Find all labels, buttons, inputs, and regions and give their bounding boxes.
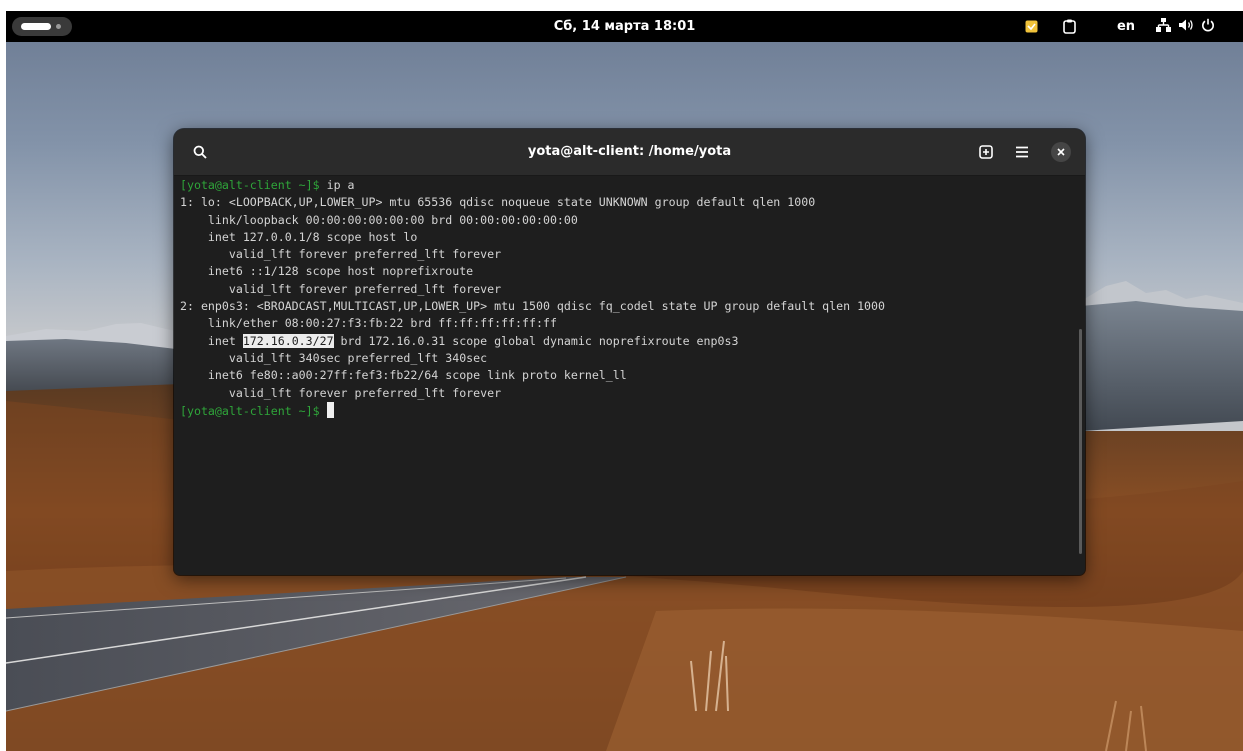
volume-icon (1178, 18, 1194, 36)
terminal-line: inet 172.16.0.3/27 brd 172.16.0.31 scope… (180, 333, 1075, 350)
terminal-scrollbar[interactable] (1079, 329, 1082, 554)
new-tab-icon (979, 145, 993, 159)
terminal-window[interactable]: yota@alt-client: /home/yota [yota@alt-cl… (174, 129, 1085, 575)
terminal-line: valid_lft forever preferred_lft forever (180, 281, 1075, 298)
terminal-text: inet 127.0.0.1/8 scope host lo (180, 229, 418, 244)
selected-text[interactable]: 172.16.0.3/27 (242, 333, 334, 348)
network-wired-icon (1156, 17, 1171, 36)
terminal-line: link/loopback 00:00:00:00:00:00 brd 00:0… (180, 212, 1075, 229)
shell-prompt: [yota@alt-client ~]$ (180, 403, 327, 418)
terminal-line: inet6 fe80::a00:27ff:fef3:fb22/64 scope … (180, 367, 1075, 384)
new-tab-button[interactable] (974, 140, 998, 164)
terminal-text: valid_lft forever preferred_lft forever (180, 385, 502, 400)
terminal-line: 2: enp0s3: <BROADCAST,MULTICAST,UP,LOWER… (180, 298, 1075, 315)
terminal-line: 1: lo: <LOOPBACK,UP,LOWER_UP> mtu 65536 … (180, 194, 1075, 211)
terminal-text: 2: enp0s3: <BROADCAST,MULTICAST,UP,LOWER… (180, 299, 885, 314)
terminal-text: inet6 ::1/128 scope host noprefixroute (180, 264, 474, 279)
terminal-text: 1: lo: <LOOPBACK,UP,LOWER_UP> mtu 65536 … (180, 195, 816, 210)
window-title: yota@alt-client: /home/yota (527, 144, 732, 159)
terminal-text: valid_lft 340sec preferred_lft 340sec (180, 350, 488, 365)
power-icon (1201, 18, 1215, 36)
terminal-text: valid_lft forever preferred_lft forever (180, 281, 502, 296)
keyboard-layout-indicator[interactable]: en (1111, 11, 1141, 42)
close-icon (1057, 148, 1065, 156)
shell-prompt: [yota@alt-client ~]$ (180, 178, 327, 192)
terminal-output[interactable]: [yota@alt-client ~]$ ip a 1: lo: <LOOPBAC… (180, 177, 1075, 575)
close-button[interactable] (1051, 142, 1071, 162)
text-cursor (326, 401, 334, 418)
clock[interactable]: Сб, 14 марта 18:01 (6, 11, 1243, 42)
terminal-line: valid_lft forever preferred_lft forever (180, 246, 1075, 263)
terminal-text: link/ether 08:00:27:f3:fb:22 brd ff:ff:f… (180, 316, 557, 331)
terminal-text: ip a (326, 178, 355, 192)
terminal-text: inet (180, 333, 243, 348)
terminal-line: [yota@alt-client ~]$ (180, 401, 1075, 419)
terminal-headerbar[interactable]: yota@alt-client: /home/yota (174, 129, 1085, 176)
terminal-line: valid_lft forever preferred_lft forever (180, 385, 1075, 402)
terminal-line: [yota@alt-client ~]$ ip a (180, 177, 1075, 194)
terminal-line: inet6 ::1/128 scope host noprefixroute (180, 263, 1075, 280)
main-menu-button[interactable] (1010, 140, 1034, 164)
system-status-menu[interactable] (1156, 11, 1238, 42)
app-indicator-icon[interactable] (1022, 11, 1040, 42)
terminal-text: brd 172.16.0.31 scope global dynamic nop… (333, 333, 739, 348)
top-bar: Сб, 14 марта 18:01 en (6, 11, 1243, 42)
terminal-line: valid_lft 340sec preferred_lft 340sec (180, 350, 1075, 367)
terminal-line: inet 127.0.0.1/8 scope host lo (180, 229, 1075, 246)
clipboard-icon[interactable] (1060, 11, 1078, 42)
terminal-line: link/ether 08:00:27:f3:fb:22 brd ff:ff:f… (180, 315, 1075, 332)
terminal-text: valid_lft forever preferred_lft forever (180, 247, 502, 262)
desktop: Сб, 14 марта 18:01 en yota@alt-client: /… (6, 11, 1243, 751)
hamburger-menu-icon (1016, 146, 1028, 158)
terminal-text: link/loopback 00:00:00:00:00:00 brd 00:0… (180, 212, 578, 227)
terminal-text: inet6 fe80::a00:27ff:fef3:fb22/64 scope … (180, 368, 627, 383)
